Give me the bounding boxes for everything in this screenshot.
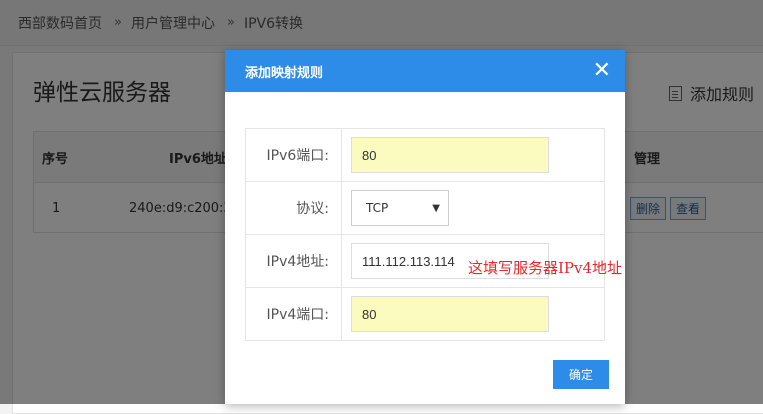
add-mapping-dialog: 添加映射规则 ✕ IPv6端口: 协议: TCP ▼ IPv4地址:: [225, 50, 625, 404]
protocol-label: 协议:: [245, 181, 342, 235]
close-icon[interactable]: ✕: [593, 60, 611, 82]
ipv4-port-input[interactable]: [351, 296, 549, 332]
ipv4-port-label: IPv4端口:: [245, 287, 342, 341]
ipv6-port-input[interactable]: [351, 137, 549, 173]
chevron-down-icon: ▼: [432, 202, 440, 214]
protocol-selected-value: TCP: [366, 201, 389, 215]
protocol-select[interactable]: TCP ▼: [351, 190, 449, 226]
ipv6-port-label: IPv6端口:: [245, 128, 342, 182]
form-row-protocol: 协议: TCP ▼: [245, 181, 605, 235]
form-row-ipv4-port: IPv4端口:: [245, 287, 605, 341]
dialog-title: 添加映射规则: [245, 65, 324, 81]
mapping-form: IPv6端口: 协议: TCP ▼ IPv4地址: IPv4端口:: [245, 128, 605, 341]
confirm-button[interactable]: 确定: [553, 360, 609, 389]
ipv4-address-label: IPv4地址:: [245, 234, 342, 288]
dialog-header: 添加映射规则 ✕: [225, 50, 625, 92]
form-row-ipv6-port: IPv6端口:: [245, 128, 605, 182]
annotation-text: 这填写服务器IPv4地址: [468, 259, 623, 277]
